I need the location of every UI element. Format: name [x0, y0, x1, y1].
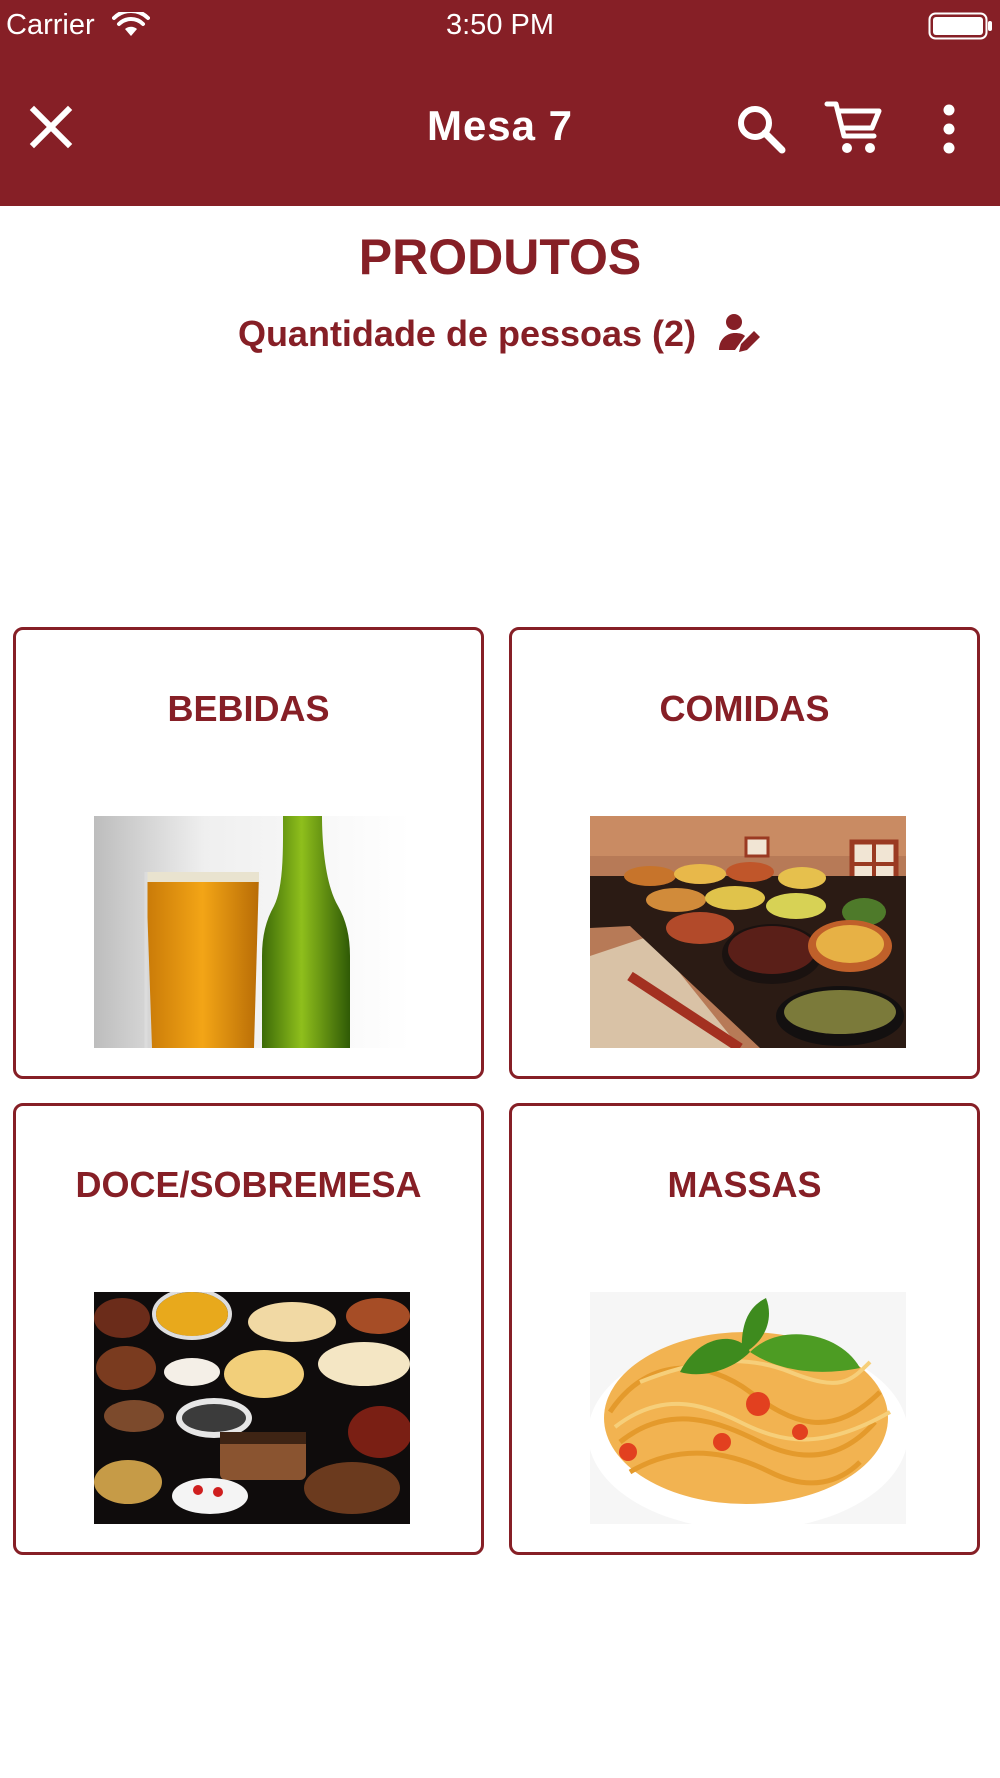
close-icon	[29, 105, 73, 149]
search-icon	[738, 106, 786, 154]
status-bar: Carrier 3:50 PM	[0, 0, 1000, 52]
category-card-bebidas[interactable]: BEBIDAS	[13, 627, 484, 1079]
people-count-row: Quantidade de pessoas (2)	[0, 312, 1000, 356]
more-options-button[interactable]	[924, 94, 974, 164]
close-button[interactable]	[18, 94, 84, 160]
category-card-comidas[interactable]: COMIDAS	[509, 627, 980, 1079]
spaghetti-image	[590, 1292, 906, 1524]
section-heading: PRODUTOS	[358, 229, 642, 285]
category-card-massas[interactable]: MASSAS	[509, 1103, 980, 1555]
category-label: MASSAS	[667, 1164, 822, 1205]
category-label: BEBIDAS	[167, 688, 330, 729]
category-label: COMIDAS	[659, 688, 830, 729]
beer-image	[94, 816, 410, 1048]
status-time: 3:50 PM	[446, 9, 554, 41]
category-card-doce-sobremesa[interactable]: DOCE/SOBREMESA	[13, 1103, 484, 1555]
cakes-image	[94, 1292, 410, 1524]
cart-icon	[824, 101, 882, 153]
toolbar: Mesa 7	[0, 52, 1000, 206]
people-count-label: Quantidade de pessoas (2)	[237, 313, 697, 354]
more-vertical-icon	[943, 104, 955, 154]
category-label: DOCE/SOBREMESA	[75, 1164, 422, 1205]
app-bar: Carrier 3:50 PM Mesa 7	[0, 0, 1000, 206]
person-edit-icon[interactable]	[716, 312, 762, 356]
search-button[interactable]	[726, 94, 796, 164]
buffet-image	[590, 816, 906, 1048]
cart-button[interactable]	[818, 92, 890, 164]
battery-icon	[928, 12, 994, 48]
